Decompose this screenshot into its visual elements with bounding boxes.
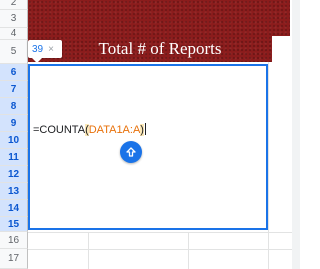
row-header-11[interactable]: 11 (0, 149, 28, 166)
spreadsheet-grid: 2 3 4 5 6 7 8 9 10 11 12 13 14 15 16 17 … (0, 0, 300, 269)
grid-column-line (88, 232, 89, 269)
header-band (28, 0, 290, 36)
grid-column-line (188, 232, 189, 269)
row-header-2[interactable]: 2 (0, 0, 28, 10)
report-title: Total # of Reports (98, 39, 222, 58)
row-header-5[interactable]: 5 (0, 40, 28, 64)
row-header-17[interactable]: 17 (0, 249, 28, 269)
row-header-15[interactable]: 15 (0, 217, 28, 232)
formula-function: =COUNTA (33, 124, 86, 136)
report-title-cell[interactable]: Total # of Reports (28, 36, 272, 62)
close-icon[interactable]: × (48, 44, 54, 55)
row-header-10[interactable]: 10 (0, 132, 28, 149)
row-header-8[interactable]: 8 (0, 98, 28, 115)
chip-value: 39 (32, 43, 44, 55)
row-header-16[interactable]: 16 (0, 232, 28, 249)
expand-up-arrow-icon[interactable] (120, 141, 142, 163)
text-cursor (144, 123, 146, 135)
vertical-scrollbar[interactable] (292, 0, 300, 269)
row-header-4[interactable]: 4 (0, 28, 28, 40)
formula-close-paren: ) (140, 124, 144, 136)
row-header-9[interactable]: 9 (0, 115, 28, 132)
row-header-3[interactable]: 3 (0, 10, 28, 28)
row-header-12[interactable]: 12 (0, 166, 28, 183)
row-header-13[interactable]: 13 (0, 183, 28, 200)
grid-line (28, 249, 300, 250)
arrow-up-icon (126, 147, 136, 157)
formula-text[interactable]: =COUNTA(DATA1A:A) (33, 123, 146, 136)
formula-range: DATA1A:A (88, 124, 141, 136)
row-header-6[interactable]: 6 (0, 64, 28, 81)
row-header-7[interactable]: 7 (0, 81, 28, 98)
grid-line (28, 232, 300, 233)
row-header-14[interactable]: 14 (0, 200, 28, 217)
cell-editor[interactable]: =COUNTA(DATA1A:A) (28, 64, 268, 230)
cell-value-chip[interactable]: 39 × (28, 40, 62, 58)
chip-pointer (32, 58, 42, 63)
